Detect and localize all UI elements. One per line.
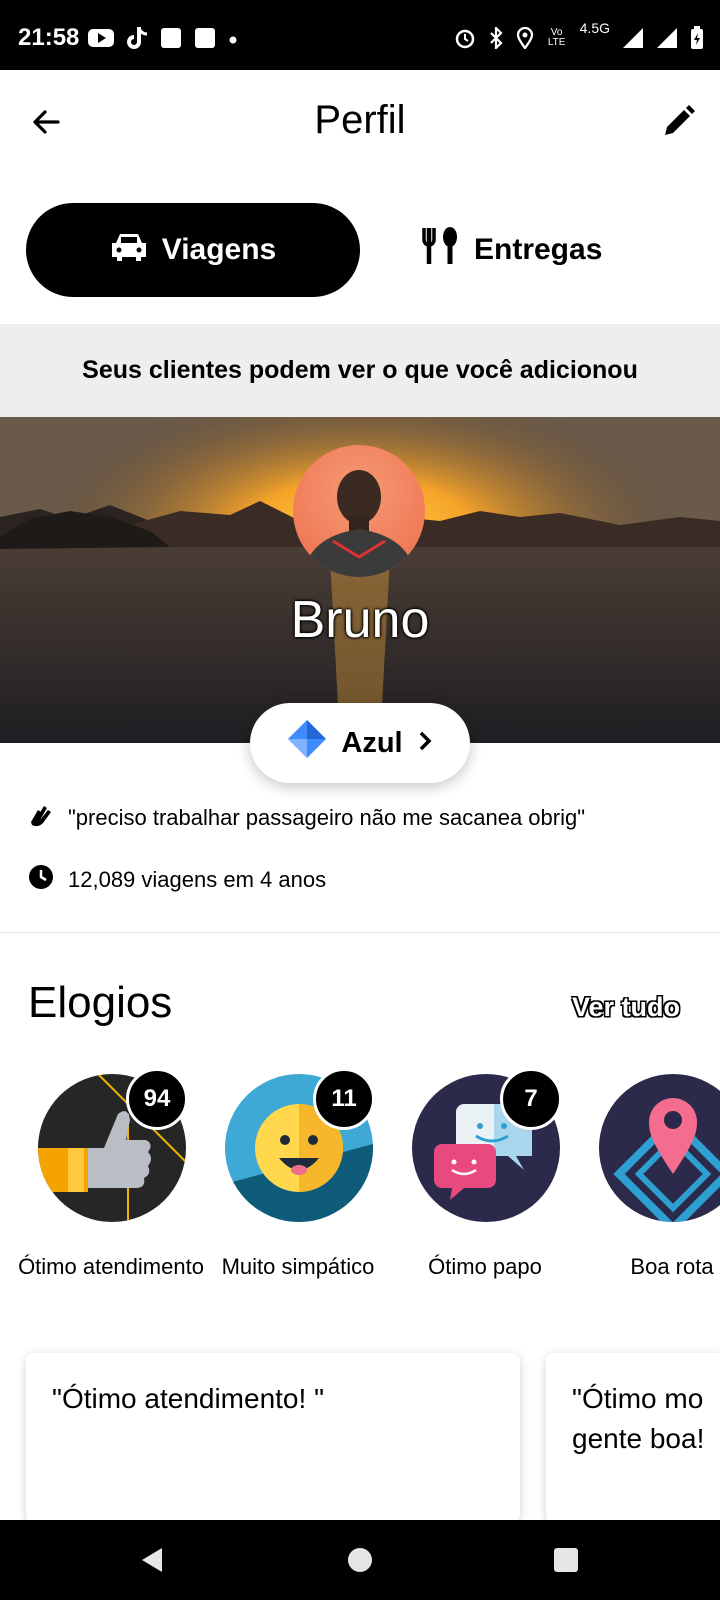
status-time: 21:58 bbox=[18, 24, 80, 51]
trips-row: 12,089 viagens em 4 anos bbox=[28, 864, 326, 896]
compliment-label: Muito simpático bbox=[221, 1254, 375, 1279]
fork-knife-icon bbox=[420, 226, 460, 274]
map-pin-badge-icon bbox=[599, 1074, 720, 1222]
review-card: "Ótimo atendimento! " bbox=[26, 1353, 520, 1523]
compliment-good-route[interactable]: Boa rota bbox=[579, 1070, 720, 1320]
app-notification-icon bbox=[160, 27, 182, 49]
tier-label: Azul bbox=[341, 726, 403, 759]
bio-row: "preciso trabalhar passageiro não me sac… bbox=[28, 802, 585, 834]
page-title: Perfil bbox=[314, 98, 406, 142]
clock-icon bbox=[28, 864, 54, 896]
location-icon bbox=[516, 27, 534, 49]
system-icons: Vo LTE 4.5G bbox=[454, 20, 704, 50]
driver-photo bbox=[303, 470, 415, 577]
see-all-link[interactable]: Ver tudo bbox=[572, 992, 680, 1023]
nav-home-icon[interactable] bbox=[346, 1546, 374, 1579]
signal-icon bbox=[622, 27, 644, 49]
notification-icons bbox=[88, 26, 238, 50]
compliment-count: 7 bbox=[500, 1068, 562, 1130]
section-divider bbox=[0, 932, 720, 933]
tab-viagens[interactable]: Viagens bbox=[26, 203, 360, 297]
compliments-title: Elogios bbox=[28, 978, 173, 1027]
bluetooth-icon bbox=[488, 27, 504, 49]
system-navigation-bar bbox=[0, 1520, 720, 1600]
tab-entregas[interactable]: Entregas bbox=[420, 203, 670, 297]
compliment-label: Ótimo atendimento bbox=[18, 1254, 204, 1279]
compliment-very-friendly[interactable]: 11 Muito simpático bbox=[205, 1068, 391, 1320]
trips-count-text: 12,089 viagens em 4 anos bbox=[68, 867, 327, 892]
youtube-icon bbox=[88, 28, 114, 48]
tier-badge-button[interactable]: Azul bbox=[250, 703, 470, 783]
chevron-right-icon bbox=[417, 727, 433, 760]
car-icon bbox=[110, 230, 148, 270]
waving-hand-icon bbox=[28, 802, 54, 834]
battery-icon bbox=[690, 26, 704, 50]
tab-viagens-label: Viagens bbox=[161, 233, 277, 266]
compliment-count: 11 bbox=[313, 1068, 375, 1130]
visibility-notice-text: Seus clientes podem ver o que você adici… bbox=[82, 356, 638, 384]
compliment-label: Boa rota bbox=[630, 1254, 714, 1279]
visibility-notice: Seus clientes podem ver o que você adici… bbox=[0, 324, 720, 417]
compliment-count: 94 bbox=[126, 1068, 188, 1130]
signal-icon bbox=[656, 27, 678, 49]
compliment-great-chat[interactable]: 7 Ótimo papo bbox=[392, 1068, 578, 1320]
edit-pencil-icon[interactable] bbox=[660, 104, 696, 140]
bio-text: "preciso trabalhar passageiro não me sac… bbox=[68, 805, 586, 830]
tab-entregas-label: Entregas bbox=[474, 233, 603, 266]
driver-name: Bruno bbox=[290, 591, 430, 649]
app-notification-icon bbox=[194, 27, 216, 49]
diamond-tier-icon bbox=[287, 719, 327, 767]
volte-icon: Vo LTE bbox=[547, 27, 566, 48]
more-notifications-icon bbox=[228, 27, 238, 49]
nav-back-icon[interactable] bbox=[138, 1546, 166, 1579]
review-text: "Ótimo mo gente boa! bbox=[572, 1383, 705, 1454]
network-type: 4.5G bbox=[579, 20, 610, 36]
nav-recents-icon[interactable] bbox=[552, 1546, 580, 1579]
review-card: "Ótimo mo gente boa! bbox=[546, 1353, 720, 1523]
driver-avatar bbox=[293, 445, 425, 577]
status-bar: 21:58 Vo LTE 4.5G bbox=[0, 0, 720, 70]
compliment-label: Ótimo papo bbox=[428, 1254, 542, 1279]
alarm-icon bbox=[454, 27, 476, 49]
tiktok-icon bbox=[126, 26, 148, 50]
compliment-great-service[interactable]: 94 Ótimo atendimento bbox=[18, 1068, 204, 1320]
review-text: "Ótimo atendimento! " bbox=[52, 1383, 325, 1414]
